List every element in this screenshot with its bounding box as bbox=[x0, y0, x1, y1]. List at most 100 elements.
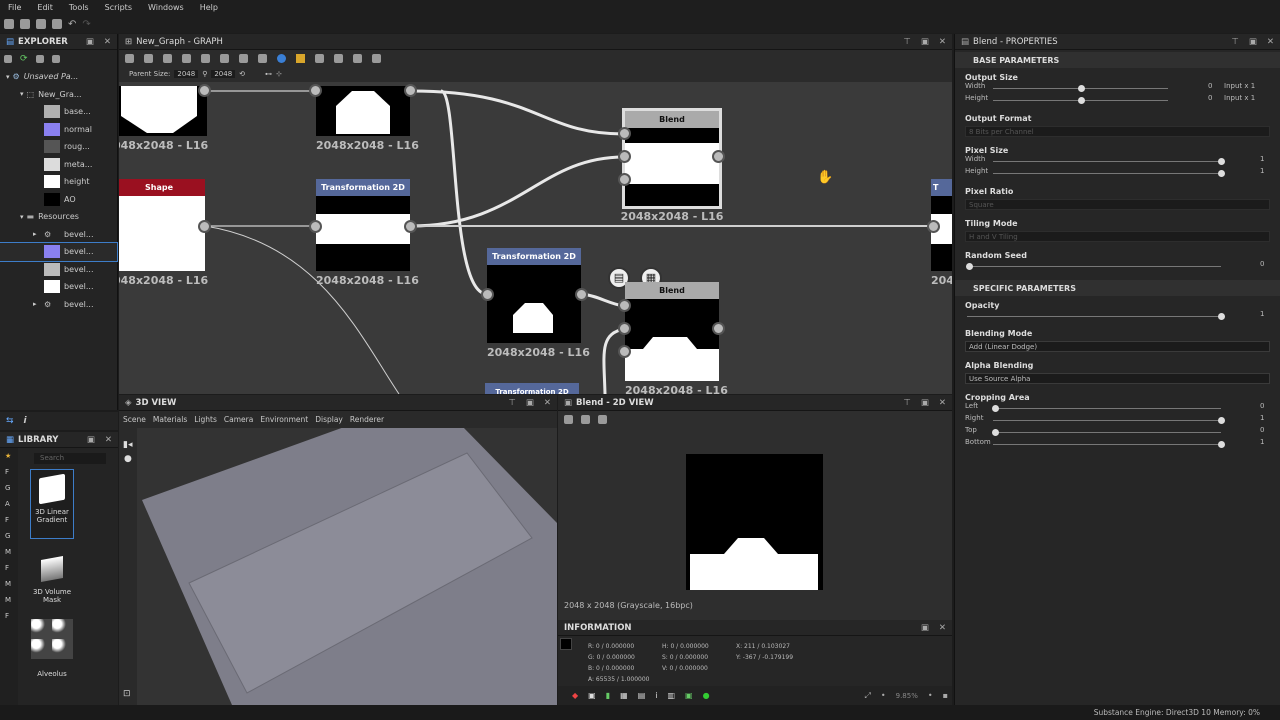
tree-graph[interactable]: ▾ ⬚ New_Gra... bbox=[0, 86, 117, 104]
float-icon[interactable]: ▣ bbox=[86, 37, 94, 47]
library-item-linear-gradient[interactable]: 3D Linear Gradient bbox=[30, 469, 74, 539]
alpha-icon[interactable]: ▣ bbox=[588, 691, 596, 700]
output-pin[interactable] bbox=[198, 220, 211, 233]
alpha-blending-dropdown[interactable]: Use Source Alpha bbox=[965, 373, 1270, 384]
info-icon[interactable]: i bbox=[24, 416, 27, 426]
random-seed-slider[interactable]: 0 bbox=[955, 260, 1280, 272]
category-item[interactable]: M bbox=[5, 576, 18, 592]
output-format-dropdown[interactable]: 8 Bits per Channel bbox=[965, 126, 1270, 137]
save-icon[interactable] bbox=[581, 414, 590, 424]
tree-output-5[interactable]: AO bbox=[0, 191, 117, 209]
output-pin[interactable] bbox=[198, 84, 211, 97]
expand-icon[interactable]: ▾ bbox=[20, 90, 24, 98]
crop-left-slider[interactable]: Left 0 bbox=[955, 402, 1280, 414]
graph-node-transform-2[interactable]: Transformation 2D 2048x2048 - L16 bbox=[487, 248, 590, 359]
crop-bottom-slider[interactable]: Bottom 1 bbox=[955, 438, 1280, 450]
input-pin[interactable] bbox=[309, 220, 322, 233]
float-icon[interactable]: ▣ bbox=[526, 398, 534, 408]
zoom-reset-icon[interactable]: • bbox=[928, 691, 933, 700]
slider-knob[interactable] bbox=[992, 429, 999, 436]
expand-icon[interactable]: ▸ bbox=[33, 230, 37, 238]
tree-output-2[interactable]: roug... bbox=[0, 138, 117, 156]
tree-resource-1[interactable]: bevel... bbox=[0, 242, 118, 262]
menu-windows[interactable]: Windows bbox=[140, 3, 192, 12]
slider-knob[interactable] bbox=[992, 405, 999, 412]
save-icon[interactable] bbox=[36, 19, 46, 29]
output-pin[interactable] bbox=[712, 150, 725, 163]
output-pin[interactable] bbox=[404, 220, 417, 233]
output-pin[interactable] bbox=[404, 84, 417, 97]
graph-node-blend-1[interactable]: Blend bbox=[622, 108, 722, 209]
input-pin[interactable] bbox=[618, 150, 631, 163]
category-item[interactable]: A bbox=[5, 496, 18, 512]
close-icon[interactable]: ✕ bbox=[939, 623, 946, 633]
snapshot-icon[interactable]: ⊡ bbox=[123, 689, 131, 699]
float-icon[interactable]: ▣ bbox=[87, 435, 95, 445]
tree-output-0[interactable]: base... bbox=[0, 103, 117, 121]
color-picker-icon[interactable]: ● bbox=[703, 691, 710, 700]
input-pin[interactable] bbox=[309, 84, 322, 97]
close-icon[interactable]: ✕ bbox=[544, 398, 551, 408]
lock-icon[interactable]: ▪ bbox=[943, 691, 948, 700]
category-item[interactable]: F bbox=[5, 464, 18, 480]
library-search-input[interactable]: Search bbox=[34, 453, 106, 464]
expand-icon[interactable]: ▾ bbox=[20, 213, 24, 221]
menu-tools[interactable]: Tools bbox=[61, 3, 97, 12]
grid-icon[interactable]: ▦ bbox=[620, 691, 628, 700]
output-pin[interactable] bbox=[575, 288, 588, 301]
export-icon[interactable]: ▣ bbox=[685, 691, 693, 700]
menu-scripts[interactable]: Scripts bbox=[97, 3, 140, 12]
pixel-height-slider[interactable]: Height 1 bbox=[955, 167, 1280, 179]
crop-top-slider[interactable]: Top 0 bbox=[955, 426, 1280, 438]
open-icon[interactable] bbox=[20, 19, 30, 29]
close-icon[interactable]: ✕ bbox=[104, 37, 111, 47]
slider-knob[interactable] bbox=[1078, 97, 1085, 104]
settings-icon[interactable] bbox=[51, 55, 60, 63]
info-icon[interactable]: i bbox=[655, 691, 657, 700]
output-height-slider[interactable]: Height 0 Input x 1 bbox=[955, 94, 1280, 106]
tree-package[interactable]: ▾ ⚙ Unsaved Pa... bbox=[0, 68, 117, 86]
graph-node-transform-1[interactable]: Transformation 2D 2048x2048 - L16 bbox=[316, 179, 419, 287]
input-pin[interactable] bbox=[618, 173, 631, 186]
category-item[interactable]: F bbox=[5, 608, 18, 624]
float-icon[interactable]: ▣ bbox=[1249, 37, 1257, 47]
layers-icon[interactable]: ◆ bbox=[572, 691, 578, 700]
save-all-icon[interactable] bbox=[52, 19, 62, 29]
pixel-width-slider[interactable]: Width 1 bbox=[955, 155, 1280, 167]
category-item[interactable]: G bbox=[5, 528, 18, 544]
tree-resource-2[interactable]: bevel... bbox=[0, 261, 117, 279]
refresh-icon[interactable]: ⟳ bbox=[20, 54, 28, 64]
menu-environment[interactable]: Environment bbox=[260, 415, 308, 424]
graph-node-2[interactable]: 2048x2048 - L16 bbox=[316, 86, 419, 152]
input-pin[interactable] bbox=[618, 345, 631, 358]
menu-help[interactable]: Help bbox=[192, 3, 226, 12]
pin-icon[interactable]: ⊤ bbox=[508, 398, 515, 408]
output-pin[interactable] bbox=[712, 322, 725, 335]
float-icon[interactable]: ▣ bbox=[921, 398, 929, 408]
tree-resource-4[interactable]: ▸ ⚙ bevel... bbox=[0, 296, 117, 314]
redo-icon[interactable]: ↷ bbox=[82, 19, 90, 30]
graph-node-shape[interactable]: Shape 048x2048 - L16 bbox=[119, 179, 208, 287]
3d-viewport[interactable] bbox=[137, 428, 557, 705]
input-pin[interactable] bbox=[618, 322, 631, 335]
library-item-alveolus[interactable]: Alveolus bbox=[30, 619, 74, 679]
explorer-save-icon[interactable] bbox=[4, 55, 12, 63]
graph-node-blend-2[interactable]: Blend 2048x2048 - L16 bbox=[625, 282, 728, 394]
new-package-icon[interactable] bbox=[4, 19, 14, 29]
camera-icon[interactable]: ▮◂ bbox=[119, 428, 137, 450]
layout-icon[interactable]: ⇆ bbox=[6, 416, 14, 426]
crop-right-slider[interactable]: Right 1 bbox=[955, 414, 1280, 426]
section-specific-parameters[interactable]: SPECIFIC PARAMETERS bbox=[955, 280, 1280, 296]
input-pin[interactable] bbox=[481, 288, 494, 301]
tree-resource-0[interactable]: ▸ ⚙ bevel... bbox=[0, 226, 117, 244]
graph-node-edge[interactable]: T 204 bbox=[931, 179, 952, 287]
output-width-slider[interactable]: Width 0 Input x 1 bbox=[955, 82, 1280, 94]
2d-preview-image[interactable] bbox=[686, 454, 823, 590]
menu-edit[interactable]: Edit bbox=[29, 3, 61, 12]
add-icon[interactable] bbox=[35, 55, 44, 63]
fit-view-icon[interactable]: ⤢ bbox=[864, 691, 870, 701]
graph-node-transform-3[interactable]: Transformation 2D bbox=[485, 383, 579, 394]
slider-knob[interactable] bbox=[1218, 158, 1225, 165]
menu-file[interactable]: File bbox=[0, 3, 29, 12]
tiling-mode-dropdown[interactable]: H and V Tiling bbox=[965, 231, 1270, 242]
